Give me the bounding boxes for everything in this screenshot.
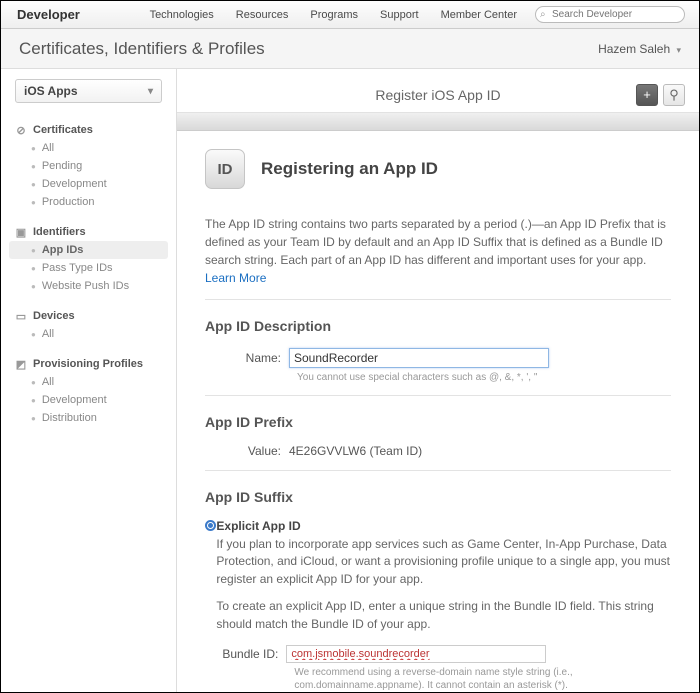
bullet-icon: ●: [31, 396, 36, 405]
main-content: Register iOS App ID + ⚲ ID Registering a…: [177, 69, 699, 692]
page-title: Register iOS App ID: [375, 87, 500, 103]
id-badge-icon: ID: [205, 149, 245, 189]
nav-support[interactable]: Support: [380, 9, 419, 21]
name-label: Name:: [205, 351, 289, 365]
sidebar-item-cert-prod[interactable]: ●Production: [1, 193, 176, 211]
bullet-icon: ●: [31, 180, 36, 189]
devices-icon: ▭: [15, 310, 27, 322]
nav-member-center[interactable]: Member Center: [441, 9, 517, 21]
platform-label: iOS Apps: [24, 84, 78, 98]
bullet-icon: ●: [31, 264, 36, 273]
header-title: Certificates, Identifiers & Profiles: [19, 39, 265, 59]
sidebar-section-identifiers: ▣ Identifiers ●App IDs ●Pass Type IDs ●W…: [1, 217, 176, 301]
topnav-links: Technologies Resources Programs Support …: [150, 9, 517, 21]
sidebar-item-pass-type[interactable]: ●Pass Type IDs: [1, 259, 176, 277]
platform-selector[interactable]: iOS Apps ▾: [15, 79, 162, 103]
bundle-id-input[interactable]: [286, 645, 546, 663]
bullet-icon: ●: [31, 330, 36, 339]
explicit-title: Explicit App ID: [216, 519, 671, 533]
nav-resources[interactable]: Resources: [236, 9, 289, 21]
intro-text: The App ID string contains two parts sep…: [205, 215, 671, 287]
brand-label: Developer: [17, 7, 80, 22]
name-hint: You cannot use special characters such a…: [297, 372, 671, 383]
sidebar-item-app-ids[interactable]: ●App IDs: [9, 241, 168, 259]
app-id-suffix-section: App ID Suffix Explicit App ID If you pla…: [205, 489, 671, 692]
sidebar-head-provisioning[interactable]: ◩ Provisioning Profiles: [1, 355, 176, 373]
section-heading: App ID Prefix: [205, 414, 671, 430]
app-id-description-section: App ID Description Name: You cannot use …: [205, 318, 671, 383]
sidebar-section-certificates: ⊘ Certificates ●All ●Pending ●Developmen…: [1, 115, 176, 217]
title-search-button[interactable]: ⚲: [663, 84, 685, 106]
certificates-icon: ⊘: [15, 124, 27, 136]
value-label: Value:: [205, 444, 289, 458]
search-input[interactable]: [535, 6, 685, 23]
bullet-icon: ●: [31, 246, 36, 255]
search-wrap: ⌕: [535, 6, 685, 23]
sidebar-head-devices[interactable]: ▭ Devices: [1, 307, 176, 325]
explicit-app-id-radio[interactable]: [205, 520, 216, 531]
chevron-down-icon: ▾: [676, 45, 681, 55]
explicit-desc-2: To create an explicit App ID, enter a un…: [216, 598, 671, 633]
sidebar-item-prov-dist[interactable]: ●Distribution: [1, 409, 176, 427]
prefix-value: 4E26GVVLW6 (Team ID): [289, 444, 422, 458]
app-id-prefix-section: App ID Prefix Value: 4E26GVVLW6 (Team ID…: [205, 414, 671, 458]
bullet-icon: ●: [31, 282, 36, 291]
bullet-icon: ●: [31, 144, 36, 153]
sidebar-item-cert-pending[interactable]: ●Pending: [1, 157, 176, 175]
user-menu[interactable]: Hazem Saleh ▾: [598, 42, 681, 56]
add-button[interactable]: +: [636, 84, 658, 106]
hero: ID Registering an App ID: [205, 149, 671, 189]
page-title-bar: Register iOS App ID + ⚲: [177, 77, 699, 113]
bundle-id-label: Bundle ID:: [216, 647, 286, 661]
bullet-icon: ●: [31, 414, 36, 423]
section-heading: App ID Suffix: [205, 489, 671, 505]
bullet-icon: ●: [31, 198, 36, 207]
bullet-icon: ●: [31, 378, 36, 387]
caret-down-icon: ▾: [148, 86, 153, 97]
sidebar-head-certificates[interactable]: ⊘ Certificates: [1, 121, 176, 139]
sidebar: iOS Apps ▾ ⊘ Certificates ●All ●Pending …: [1, 69, 177, 692]
learn-more-link[interactable]: Learn More: [205, 271, 266, 285]
bullet-icon: ●: [31, 162, 36, 171]
sidebar-item-devices-all[interactable]: ●All: [1, 325, 176, 343]
search-icon: ⌕: [540, 9, 546, 20]
hero-heading: Registering an App ID: [261, 159, 438, 179]
sidebar-item-prov-dev[interactable]: ●Development: [1, 391, 176, 409]
name-input[interactable]: [289, 348, 549, 368]
sidebar-head-identifiers[interactable]: ▣ Identifiers: [1, 223, 176, 241]
plus-icon: +: [643, 87, 651, 102]
sidebar-item-cert-dev[interactable]: ●Development: [1, 175, 176, 193]
identifiers-icon: ▣: [15, 226, 27, 238]
provisioning-icon: ◩: [15, 358, 27, 370]
search-icon: ⚲: [669, 87, 679, 103]
section-heading: App ID Description: [205, 318, 671, 334]
sidebar-item-website-push[interactable]: ●Website Push IDs: [1, 277, 176, 295]
nav-programs[interactable]: Programs: [310, 9, 358, 21]
sidebar-item-prov-all[interactable]: ●All: [1, 373, 176, 391]
nav-technologies[interactable]: Technologies: [150, 9, 214, 21]
gradient-divider: [177, 113, 699, 131]
sidebar-section-provisioning: ◩ Provisioning Profiles ●All ●Developmen…: [1, 349, 176, 433]
page-header: Certificates, Identifiers & Profiles Haz…: [1, 29, 699, 69]
sidebar-section-devices: ▭ Devices ●All: [1, 301, 176, 349]
bundle-id-hint: We recommend using a reverse-domain name…: [294, 666, 671, 692]
brand[interactable]: Developer: [11, 7, 80, 22]
global-nav: Developer Technologies Resources Program…: [1, 1, 699, 29]
user-name: Hazem Saleh: [598, 42, 670, 56]
divider: [205, 395, 671, 396]
sidebar-item-cert-all[interactable]: ●All: [1, 139, 176, 157]
divider: [205, 299, 671, 300]
explicit-desc-1: If you plan to incorporate app services …: [216, 536, 671, 588]
divider: [205, 470, 671, 471]
